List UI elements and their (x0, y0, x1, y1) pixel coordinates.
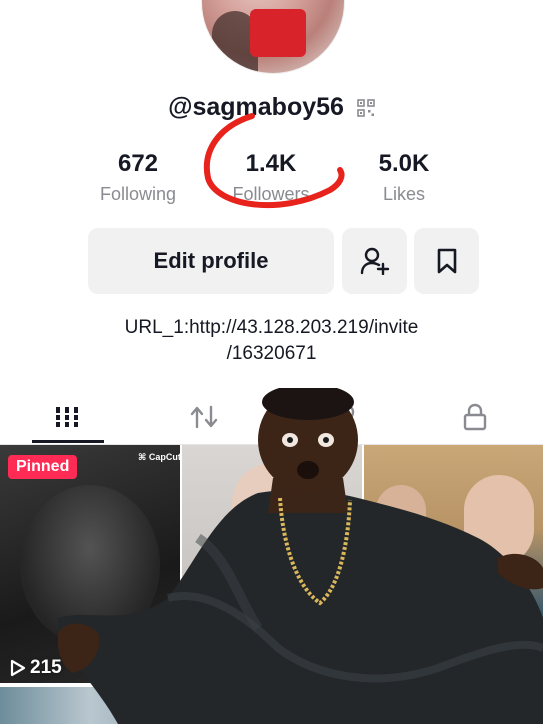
likes-count: 5.0K (378, 150, 430, 177)
followers-count: 1.4K (245, 150, 297, 177)
likes-label: Likes (382, 184, 426, 204)
play-icon (374, 659, 390, 677)
favorites-button[interactable] (414, 228, 479, 294)
add-user-icon (360, 247, 389, 275)
video-tile[interactable] (182, 445, 362, 683)
pinned-badge: Pinned (8, 455, 78, 479)
stat-following[interactable]: 672 Following (68, 150, 208, 205)
video-tile[interactable] (0, 445, 180, 683)
video-thumbnail (232, 463, 318, 573)
view-count: 109 (192, 657, 244, 679)
bio-line-1: URL_1:http://43.128.203.219/invite (124, 317, 419, 338)
video-thumbnail (376, 485, 426, 545)
following-label: Following (99, 184, 177, 204)
view-count-value: 215 (30, 657, 62, 678)
view-count-value: 6 (394, 657, 405, 678)
video-tile[interactable] (364, 445, 543, 683)
video-tile[interactable] (0, 687, 180, 724)
stat-likes[interactable]: 5.0K Likes (334, 150, 474, 205)
add-friend-button[interactable] (342, 228, 407, 294)
view-count-value: 109 (212, 657, 244, 678)
edit-profile-button[interactable]: Edit profile (88, 228, 334, 294)
repost-icon (190, 405, 218, 429)
edit-profile-label: Edit profile (153, 248, 269, 273)
username: @sagmaboy56 (168, 93, 344, 121)
following-count: 672 (117, 150, 159, 177)
followers-label: Followers (232, 184, 310, 204)
view-count: 215 (10, 657, 62, 679)
capcut-watermark: ⌘ CapCut (138, 452, 181, 462)
video-thumbnail (20, 485, 160, 645)
view-count: 6 (374, 657, 405, 679)
lock-icon (463, 403, 487, 431)
watermark-text: CapCut (148, 452, 181, 462)
bio-line-2: /16320671 (226, 343, 317, 364)
grid-icon (54, 407, 80, 427)
play-icon (192, 659, 208, 677)
avatar[interactable] (201, 0, 345, 74)
play-icon (10, 659, 26, 677)
avatar-phone (250, 9, 306, 57)
heart-icon (325, 404, 355, 430)
stat-followers[interactable]: 1.4K Followers (201, 150, 341, 205)
qr-code-icon[interactable] (357, 99, 375, 117)
tab-reposts[interactable] (164, 400, 244, 434)
tab-liked[interactable] (300, 400, 380, 434)
active-tab-indicator (32, 440, 104, 443)
tab-private[interactable] (435, 400, 515, 434)
bio: URL_1:http://43.128.203.219/invite /1632… (60, 315, 483, 367)
username-row: @sagmaboy56 (0, 93, 543, 122)
tab-videos[interactable] (27, 400, 107, 434)
video-tile[interactable] (182, 687, 362, 724)
video-thumbnail (464, 475, 534, 565)
bookmark-icon (437, 248, 456, 274)
video-tile[interactable] (364, 687, 543, 724)
